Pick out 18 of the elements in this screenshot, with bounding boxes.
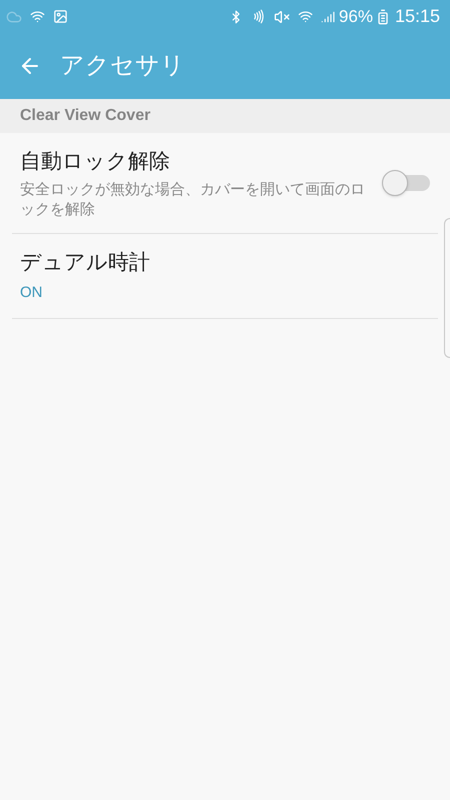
toggle-switch[interactable] (382, 170, 430, 196)
image-icon (53, 9, 68, 24)
signal-icon (320, 10, 335, 24)
setting-value: ON (20, 283, 44, 303)
setting-title: デュアル時計 (20, 250, 151, 276)
clock: 15:15 (394, 5, 440, 28)
wifi-icon (30, 9, 45, 24)
settings-row[interactable]: デュアル時計 ON (12, 234, 438, 318)
cloud-icon (6, 8, 22, 24)
section-header: Clear View Cover (20, 106, 150, 126)
setting-summary: 安全ロックが無効な場合、カバーを開いて画面のロックを解除 (20, 180, 366, 220)
mute-icon (274, 8, 290, 24)
wifi-icon (298, 9, 313, 24)
screen-title: アクセサリ (60, 51, 185, 81)
battery-percent: 96% (338, 6, 373, 28)
settings-row[interactable]: 自動ロック解除 安全ロックが無効な場合、カバーを開いて画面のロックを解除 (12, 133, 438, 234)
edge-panel-handle[interactable] (444, 218, 450, 358)
setting-title: 自動ロック解除 (20, 149, 171, 175)
